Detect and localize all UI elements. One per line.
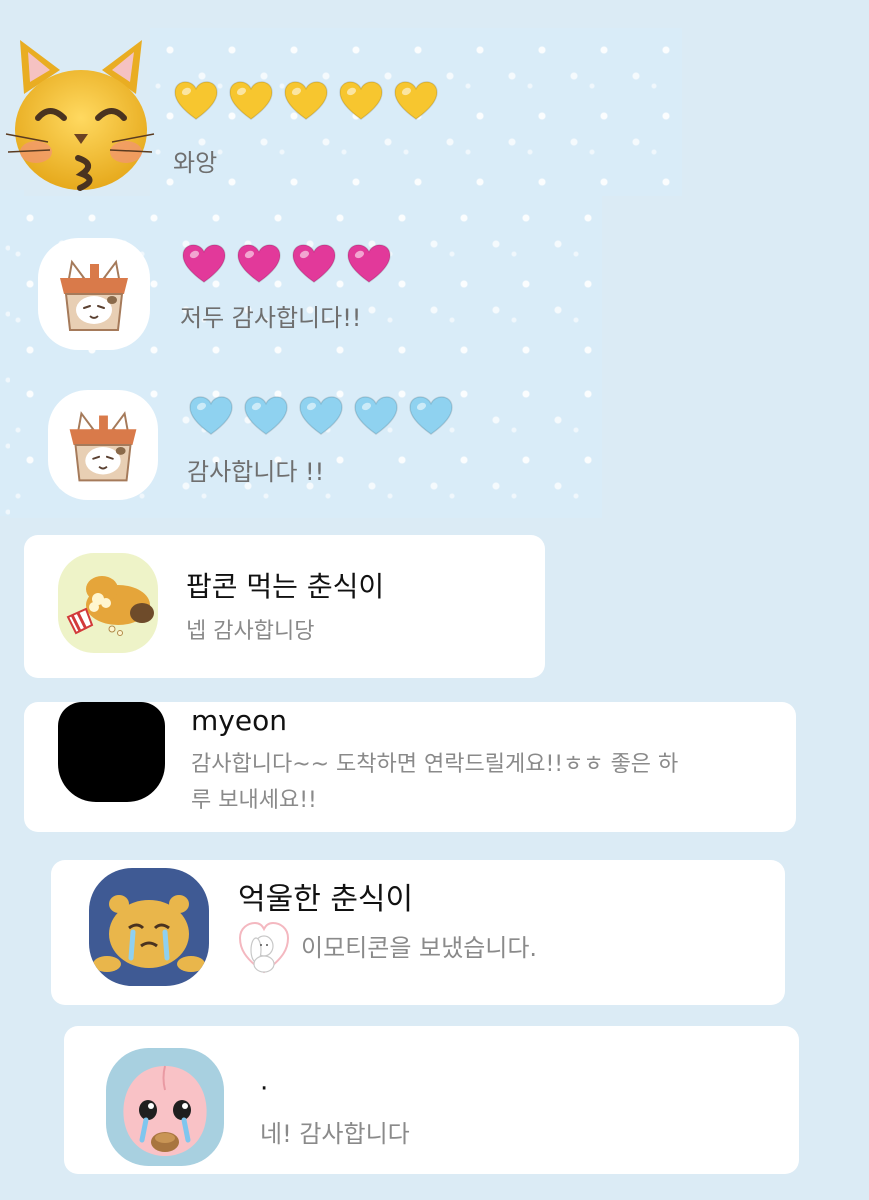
- yellow-heart-icon: [283, 80, 329, 122]
- pink-hearts: [181, 243, 392, 285]
- yellow-heart-icon: [338, 80, 384, 122]
- pink-heart-icon: [291, 243, 337, 285]
- chat-last-message-line-2: 루 보내세요!!: [191, 788, 317, 813]
- cat-in-box-icon: [38, 238, 150, 350]
- message-text: 감사합니다 !!: [187, 458, 325, 486]
- chat-title: myeon: [191, 704, 287, 737]
- chat-title: 억울한 춘식이: [238, 882, 414, 917]
- pink-heart-icon: [181, 243, 227, 285]
- cat-in-box-icon: [48, 390, 158, 500]
- chat-list-item[interactable]: 억울한 춘식이 이모티콘을 보냈습니다.: [51, 860, 785, 1005]
- yellow-heart-icon: [228, 80, 274, 122]
- blue-heart-icon: [188, 395, 234, 437]
- bunny-heart-sticker-icon: [238, 920, 290, 978]
- chat-last-message: 넵 감사합니당: [186, 619, 315, 644]
- blue-heart-icon: [353, 395, 399, 437]
- cat-kiss-emoji-icon: [4, 34, 156, 192]
- blue-hearts: [188, 395, 454, 437]
- chat-list-item[interactable]: myeon 감사합니다~~ 도착하면 연락드릴게요!!ㅎㅎ 좋은 하 루 보내세…: [24, 702, 796, 832]
- apeach-crying-icon: [106, 1048, 224, 1166]
- choonsik-crying-icon: [89, 868, 209, 986]
- pink-heart-icon: [346, 243, 392, 285]
- yellow-heart-icon: [173, 80, 219, 122]
- blue-heart-icon: [298, 395, 344, 437]
- chat-list-item[interactable]: 팝콘 먹는 춘식이 넵 감사합니당: [24, 535, 545, 678]
- yellow-hearts: [173, 80, 439, 122]
- chat-last-message: 이모티콘을 보냈습니다.: [301, 934, 538, 962]
- chat-last-message: 네! 감사합니다: [260, 1120, 410, 1148]
- blue-heart-icon: [408, 395, 454, 437]
- chat-last-message-line-1: 감사합니다~~ 도착하면 연락드릴게요!!ㅎㅎ 좋은 하: [191, 752, 679, 777]
- chat-title: ·: [260, 1074, 269, 1104]
- black-avatar-icon: [58, 702, 165, 802]
- pink-heart-icon: [236, 243, 282, 285]
- message-text: 저두 감사합니다!!: [180, 304, 362, 332]
- chat-list-item[interactable]: · 네! 감사합니다: [64, 1026, 799, 1174]
- message-text: 와앙: [173, 149, 218, 177]
- chat-title: 팝콘 먹는 춘식이: [186, 570, 385, 603]
- blue-heart-icon: [243, 395, 289, 437]
- choonsik-popcorn-icon: [58, 553, 158, 653]
- yellow-heart-icon: [393, 80, 439, 122]
